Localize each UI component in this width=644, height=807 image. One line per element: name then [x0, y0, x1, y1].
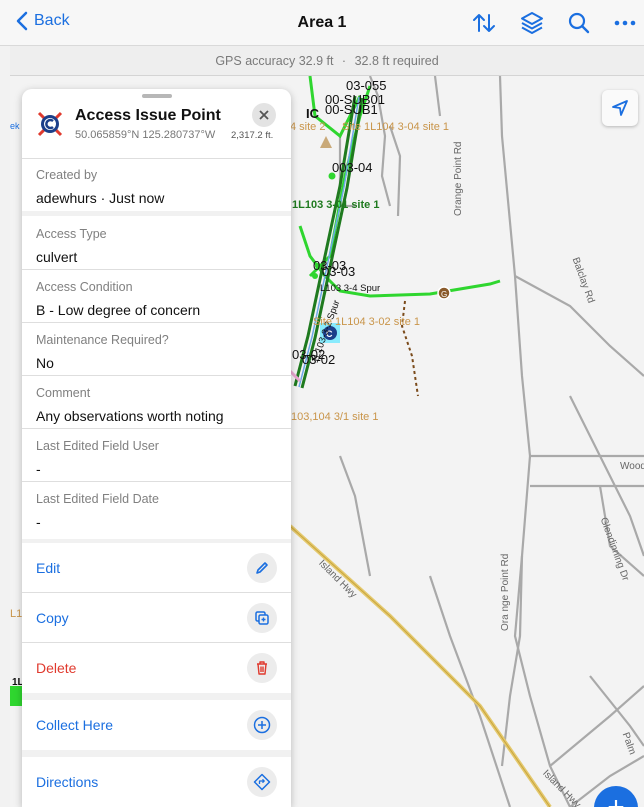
close-icon [259, 110, 269, 120]
gps-accuracy-text: GPS accuracy 32.9 ft [215, 54, 334, 68]
map-label-orange-point-rd-2: Ora nge Point Rd [500, 553, 511, 631]
field-last-edited-user: Last Edited Field User - [36, 439, 159, 477]
gps-required-text: 32.8 ft required [354, 54, 439, 68]
feature-title: Access Issue Point [75, 107, 221, 124]
field-value: B - Low degree of concern [36, 302, 201, 318]
map-label-green-site1: 1L103 3-01 site 1 [292, 199, 380, 211]
plus-icon: + [607, 791, 625, 807]
gps-separator: · [341, 54, 347, 68]
map-label-003-04: 003-04 [332, 160, 373, 175]
field-value: - [36, 461, 41, 477]
road-network [338, 76, 644, 807]
trash-icon [247, 653, 277, 683]
navigation-bar: Back Area 1 [0, 0, 644, 46]
navigation-arrow-icon [612, 100, 628, 116]
directions-icon [247, 767, 277, 797]
collect-here-label: Collect Here [36, 717, 114, 733]
more-icon[interactable] [612, 10, 638, 36]
map-label-sub1: 00-SUB1 [325, 102, 378, 117]
popup-header: Access Issue Point 50.065859°N 125.28073… [22, 89, 291, 158]
sort-icon[interactable] [471, 10, 497, 36]
page-title: Area 1 [297, 14, 347, 31]
directions-label: Directions [36, 774, 99, 790]
field-value: Any observations worth noting [36, 408, 224, 424]
created-by-value: adewhurs · Just now [36, 190, 165, 206]
directions-button[interactable]: Directions [22, 757, 291, 807]
field-comment: Comment Any observations worth noting [36, 386, 224, 424]
map-label-03-055: 03-055 [346, 78, 387, 93]
map-label-03-02b: 03-02 [302, 352, 336, 367]
field-access-condition: Access Condition B - Low degree of conce… [36, 280, 200, 318]
map-label-ek: ek [10, 121, 20, 131]
field-access-type: Access Type culvert [36, 227, 107, 265]
triangle-marker [320, 136, 332, 148]
map-label-site2: 4 site 2 [290, 121, 326, 133]
map-label-ic: IC [306, 106, 319, 121]
map-label-wood: Wood [620, 461, 644, 472]
field-value: culvert [36, 249, 78, 265]
created-by-section: Created by adewhurs · Just now [22, 158, 291, 211]
copy-label: Copy [36, 610, 69, 626]
pencil-icon [247, 553, 277, 583]
copy-icon [247, 603, 277, 633]
map-label-03-03b: 03-03 [322, 264, 356, 279]
copy-button[interactable]: Copy [22, 593, 291, 643]
created-by-label: Created by [36, 168, 98, 182]
edit-button[interactable]: Edit [22, 543, 291, 593]
field-label: Access Condition [36, 280, 133, 294]
delete-label: Delete [36, 660, 77, 676]
drag-handle[interactable] [142, 94, 172, 98]
field-label: Last Edited Field User [36, 439, 159, 453]
gps-accuracy-bar: GPS accuracy 32.9 ft · 32.8 ft required [10, 46, 644, 76]
field-label: Maintenance Required? [36, 333, 169, 347]
map-label-site1c: 103,104 3/1 site 1 [291, 411, 379, 423]
field-label: Access Type [36, 227, 107, 241]
attributes-section: Access Type culvert Access Condition B -… [22, 216, 291, 539]
field-maintenance-required: Maintenance Required? No [36, 333, 169, 371]
locate-button[interactable] [602, 90, 638, 126]
access-issue-icon [37, 111, 63, 137]
svg-text:G: G [441, 290, 447, 299]
plus-circle-icon [247, 710, 277, 740]
field-label: Last Edited Field Date [36, 492, 159, 506]
feature-popup-panel: Access Issue Point 50.065859°N 125.28073… [22, 89, 291, 807]
field-value: No [36, 355, 54, 371]
feature-coordinates: 50.065859°N 125.280737°W [75, 129, 216, 141]
map-label-orange-point-rd: Orange Point Rd [453, 141, 464, 217]
field-label: Comment [36, 386, 91, 400]
close-button[interactable] [252, 103, 276, 127]
feature-distance: 2,317.2 ft. [231, 130, 274, 141]
edit-label: Edit [36, 560, 61, 576]
layers-icon[interactable] [519, 10, 545, 36]
search-icon[interactable] [566, 10, 592, 36]
map-label-spur: L103 3-4 Spur [320, 283, 381, 294]
delete-button[interactable]: Delete [22, 643, 291, 693]
map-label-site1a: Site 1L104 3-04 site 1 [342, 121, 450, 133]
field-value: - [36, 514, 41, 530]
map-label-site1b: Site 1L104 3-02 site 1 [313, 316, 421, 328]
collect-here-button[interactable]: Collect Here [22, 700, 291, 750]
field-last-edited-date: Last Edited Field Date - [36, 492, 159, 530]
